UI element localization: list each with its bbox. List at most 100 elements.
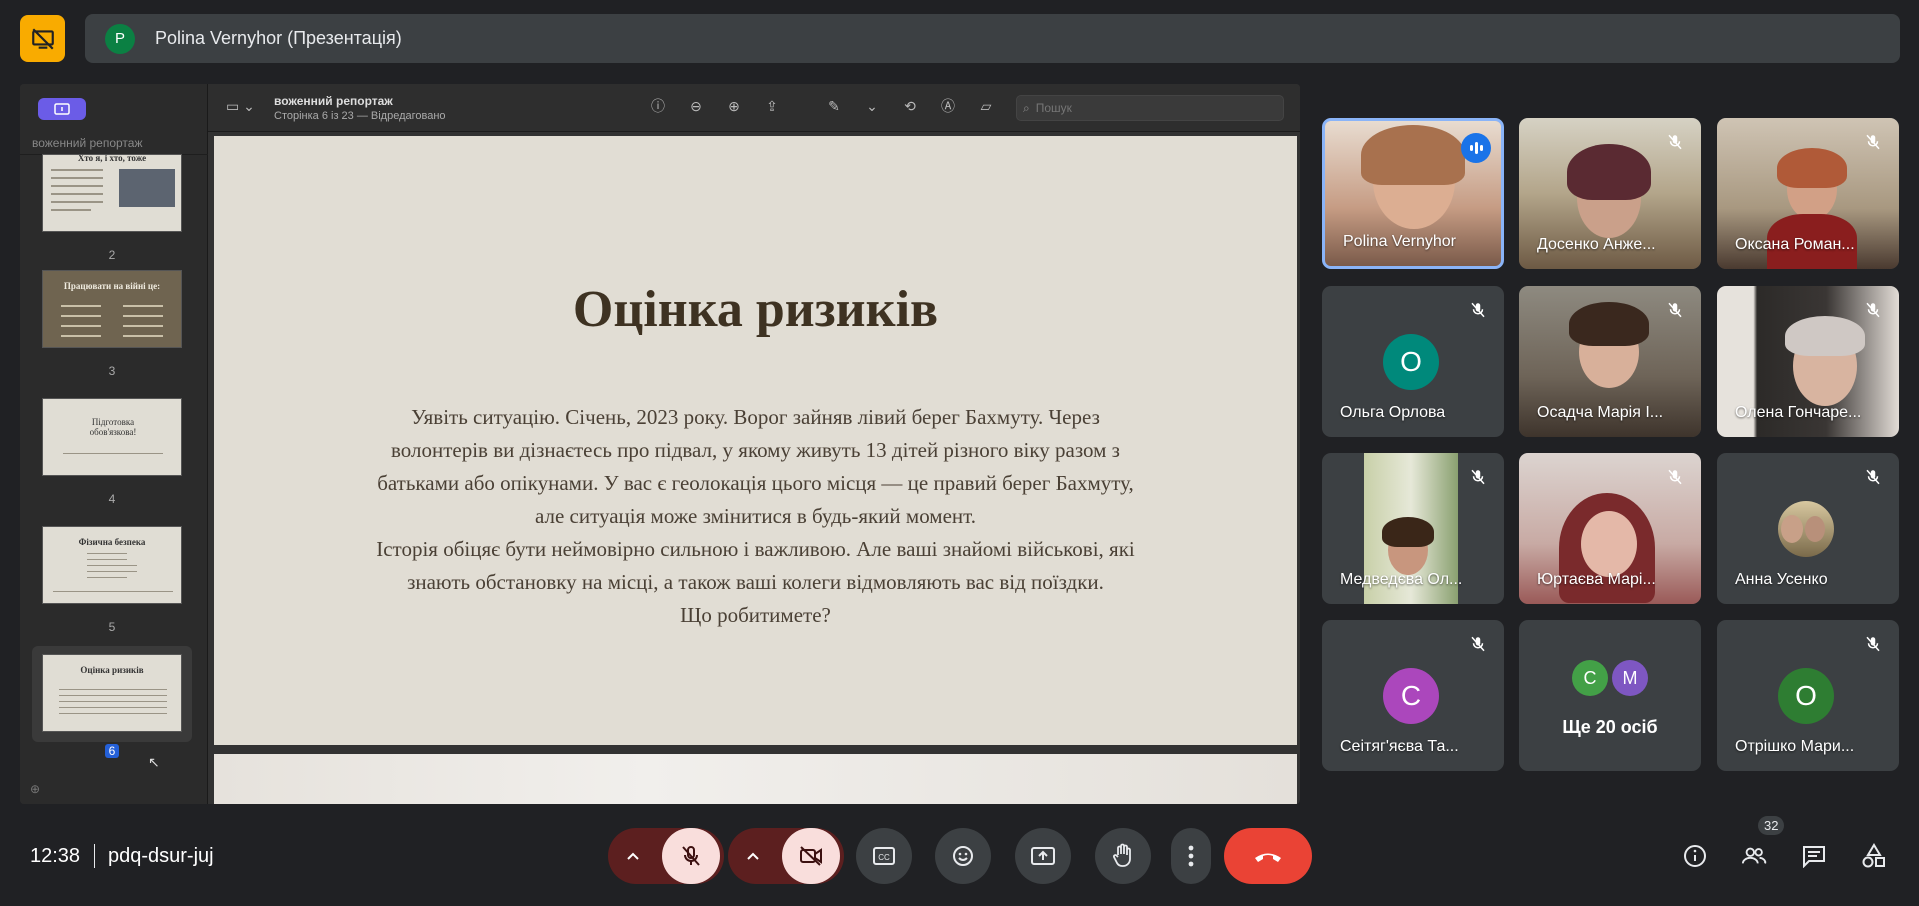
slide-body: Уявіть ситуацію. Січень, 2023 року. Воро…	[376, 405, 1135, 627]
mouse-cursor-icon: ↖	[148, 754, 160, 770]
markup-pen-icon[interactable]: ✎	[824, 96, 844, 116]
participant-tile[interactable]: Оксана Роман...	[1717, 118, 1899, 269]
leave-call-button[interactable]	[1224, 828, 1312, 884]
participant-name: Осадча Марія І...	[1537, 404, 1664, 421]
participant-tile[interactable]: О Ольга Орлова	[1322, 286, 1504, 437]
shared-screen: воженний репортаж Хто я, і хто, тоже 2 П…	[20, 84, 1300, 804]
clock: 12:38	[30, 845, 81, 867]
chevron-down-icon[interactable]: ⌄	[862, 96, 882, 116]
meeting-code: pdq-dsur-juj	[108, 845, 214, 867]
hang-up-icon	[1255, 853, 1281, 862]
presenter-name: Polina Vernyhor (Презентація)	[155, 28, 402, 48]
participant-tile[interactable]: Медведєва Ол...	[1322, 453, 1504, 604]
svg-text:CC: CC	[878, 853, 890, 862]
emoji-icon	[953, 846, 973, 866]
mic-off-icon	[1663, 298, 1687, 322]
sidebar-view-icon[interactable]: ▭ ⌄	[226, 98, 255, 115]
form-fill-icon[interactable]: ▱	[976, 96, 996, 116]
slide-page-7-preview	[214, 754, 1297, 804]
participant-avatar: С	[1383, 668, 1439, 724]
participant-avatar: О	[1383, 334, 1439, 390]
presenter-bar: P Polina Vernyhor (Презентація)	[85, 14, 1900, 63]
present-screen-icon	[1031, 847, 1055, 865]
thumbnail-page-5[interactable]: Фізична безпека 5	[42, 526, 182, 634]
participant-name: Ольга Орлова	[1340, 404, 1446, 421]
participant-avatar: М	[1612, 660, 1648, 696]
share-icon[interactable]: ⇪	[762, 96, 782, 116]
zoom-out-icon[interactable]: ⊖	[686, 96, 706, 116]
people-icon	[1741, 847, 1767, 864]
captions-icon: CC	[873, 847, 895, 865]
mic-off-icon	[1466, 632, 1490, 656]
thumbnail-page-2[interactable]: Хто я, і хто, тоже 2	[42, 154, 182, 262]
thumbnail-photo	[119, 169, 175, 207]
mic-off-button[interactable]	[662, 828, 720, 884]
participant-name: Анна Усенко	[1735, 571, 1828, 588]
participant-tile[interactable]: С Сеітяг'яєва Та...	[1322, 620, 1504, 771]
mic-off-icon	[1861, 465, 1885, 489]
participant-name: Медведєва Ол...	[1340, 571, 1463, 588]
thumbnail-sidebar: воженний репортаж Хто я, і хто, тоже 2 П…	[20, 84, 208, 804]
chat-icon	[1803, 846, 1825, 868]
participant-name: Досенко Анже...	[1537, 236, 1656, 253]
participant-tile[interactable]: Polina Vernyhor	[1322, 118, 1504, 269]
thumbnail-page-6[interactable]: Оцінка ризиків 6	[42, 654, 182, 758]
rotate-icon[interactable]: ⟲	[900, 96, 920, 116]
mic-off-icon	[1663, 465, 1687, 489]
zoom-in-icon[interactable]: ⊕	[724, 96, 744, 116]
document-subtitle: Сторінка 6 із 23 — Відредаговано	[274, 110, 446, 122]
sidebar-toggle-button[interactable]	[38, 98, 86, 120]
video-settings-chevron-icon[interactable]	[728, 851, 778, 861]
camera-control[interactable]	[728, 828, 844, 884]
mic-off-icon	[1466, 298, 1490, 322]
participant-tile[interactable]: Анна Усенко	[1717, 453, 1899, 604]
participant-avatar: С	[1572, 660, 1608, 696]
participant-name: Юртаєва Марі...	[1537, 571, 1656, 588]
participant-name: Polina Vernyhor	[1343, 233, 1456, 250]
mic-off-icon	[1466, 465, 1490, 489]
slide-page-6: Оцінка ризиків Уявіть ситуацію. Січень, …	[214, 136, 1297, 745]
mic-off-icon	[682, 846, 700, 866]
mic-off-icon	[1861, 130, 1885, 154]
search-input[interactable]	[1035, 101, 1256, 115]
participant-tile[interactable]: Досенко Анже...	[1519, 118, 1701, 269]
speaking-indicator-icon	[1461, 133, 1491, 163]
chat-button[interactable]	[1801, 843, 1827, 869]
thumbnail-page-4[interactable]: Підготовка обов'язкова! 4	[42, 398, 182, 506]
participant-tile[interactable]: Юртаєва Марі...	[1519, 453, 1701, 604]
stop-presenting-button[interactable]	[20, 15, 65, 62]
participant-tile[interactable]: О Отрішко Мари...	[1717, 620, 1899, 771]
activities-button[interactable]	[1861, 843, 1887, 869]
viewer-toolbar: ▭ ⌄ воженний репортаж Сторінка 6 із 23 —…	[208, 84, 1300, 132]
thumbnail-page-3[interactable]: Працювати на війні це: 3	[42, 270, 182, 378]
meeting-details-button[interactable]	[1682, 843, 1708, 869]
camera-off-icon	[800, 846, 822, 866]
raise-hand-button[interactable]	[1095, 828, 1151, 884]
info-icon[interactable]: ⓘ	[648, 96, 668, 116]
participant-photo-avatar	[1778, 501, 1834, 557]
captions-button[interactable]: CC	[856, 828, 912, 884]
mic-control[interactable]	[608, 828, 724, 884]
camera-off-button[interactable]	[782, 828, 840, 884]
participant-name: Олена Гончаре...	[1735, 404, 1862, 421]
more-participants-tile[interactable]: С М Ще 20 осіб	[1519, 620, 1701, 771]
more-options-button[interactable]	[1171, 828, 1211, 884]
participant-tile[interactable]: Осадча Марія І...	[1519, 286, 1701, 437]
participant-name: Сеітяг'яєва Та...	[1340, 738, 1459, 755]
present-button[interactable]	[1015, 828, 1071, 884]
mic-off-icon	[1861, 632, 1885, 656]
viewer-search[interactable]: ⌕	[1016, 95, 1284, 121]
annotate-icon[interactable]: Ⓐ	[938, 96, 958, 116]
audio-settings-chevron-icon[interactable]	[608, 851, 658, 861]
add-page-icon[interactable]: ⊕	[30, 782, 40, 796]
participant-name: Отрішко Мари...	[1735, 738, 1855, 755]
participant-name: Оксана Роман...	[1735, 236, 1855, 253]
participant-avatar: О	[1778, 668, 1834, 724]
slide-title: Оцінка ризиків	[572, 281, 939, 338]
participant-tile[interactable]: Олена Гончаре...	[1717, 286, 1899, 437]
reactions-button[interactable]	[935, 828, 991, 884]
people-button[interactable]	[1741, 843, 1767, 869]
presenter-avatar: P	[105, 23, 135, 54]
present-icon	[54, 103, 70, 115]
present-off-icon	[31, 27, 54, 50]
